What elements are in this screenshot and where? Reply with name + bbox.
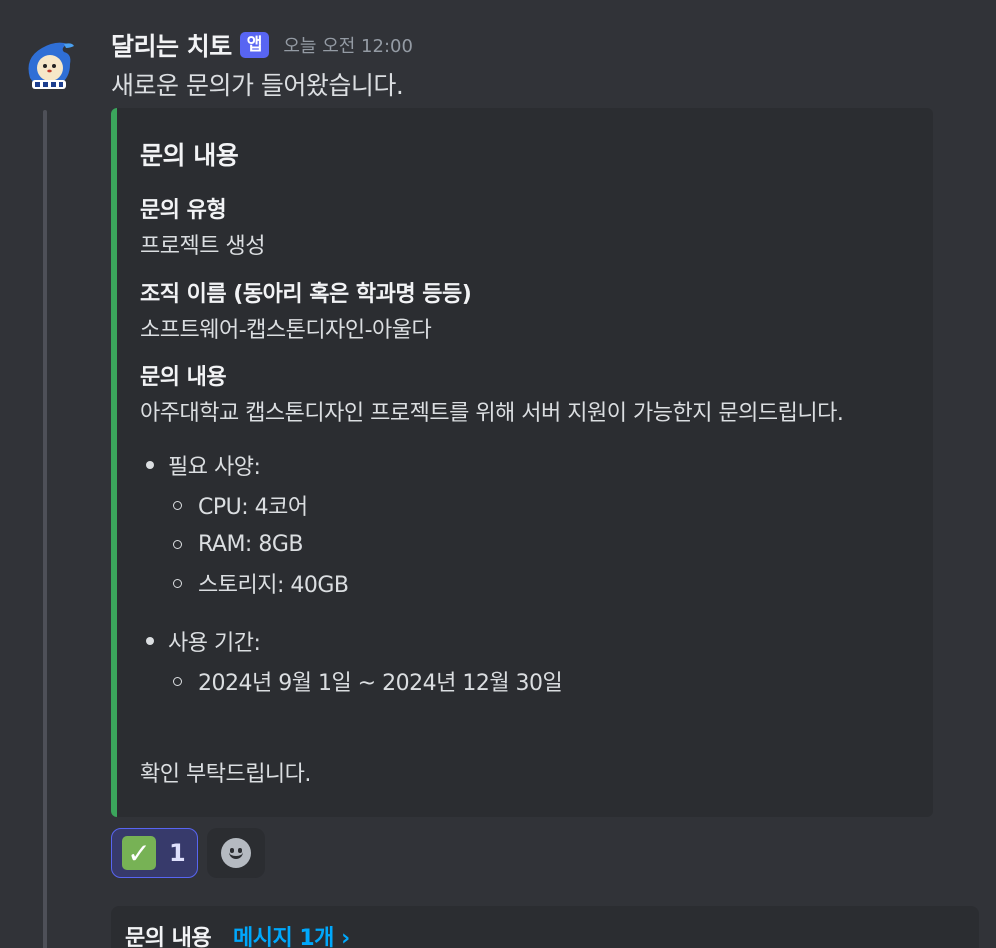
list-item: RAM: 8GB [140,529,303,559]
embed-accent-bar [111,108,117,817]
app-badge: 앱 [239,32,270,58]
bullet-label-period: 사용 기간: [168,631,261,656]
author-name[interactable]: 달리는 치토 [111,27,232,63]
sub-bullet-storage: 스토리지: 40GB [198,573,349,598]
reactions-bar: ✓ 1 [111,828,265,878]
avatar-mascot-icon [28,42,74,89]
field-value-inquiry-type: 프로젝트 생성 [140,234,265,259]
list-item: 필요 사양: [140,450,261,480]
bullet-circle-icon [173,578,182,588]
bullet-dot-icon [146,637,154,645]
thread-message-count-link[interactable]: 메시지 1개 › [233,920,350,948]
field-value-inquiry-content: 아주대학교 캡스톤디자인 프로젝트를 위해 서버 지원이 가능한지 문의드립니다… [140,401,844,426]
bullet-circle-icon [173,676,182,686]
list-item: 사용 기간: [140,626,261,656]
message-timestamp[interactable]: 오늘 오전 12:00 [283,32,413,58]
thread-name[interactable]: 문의 내용 [125,920,212,948]
field-name-organization: 조직 이름 (동아리 혹은 학과명 등등) [140,282,472,307]
avatar[interactable] [20,38,76,94]
discord-message-view: 달리는 치토 앱 오늘 오전 12:00 새로운 문의가 들어왔습니다. 문의 … [0,0,996,948]
message-embed: 문의 내용 문의 유형 프로젝트 생성 조직 이름 (동아리 혹은 학과명 등등… [111,108,933,817]
sub-bullet-cpu: CPU: 4코어 [198,495,308,520]
add-reaction-button[interactable] [207,828,265,878]
thread-connector-line [43,110,47,948]
add-reaction-smiley-icon [221,838,251,868]
message-content: 새로운 문의가 들어왔습니다. [111,71,404,100]
list-item: CPU: 4코어 [140,490,308,520]
message-header: 달리는 치토 앱 오늘 오전 12:00 [111,28,413,62]
sub-bullet-ram: RAM: 8GB [198,531,303,557]
bullet-circle-icon [173,500,182,510]
reaction-check-button[interactable]: ✓ 1 [111,828,198,878]
sub-bullet-period: 2024년 9월 1일 ~ 2024년 12월 30일 [198,671,563,696]
embed-closing-text: 확인 부탁드립니다. [140,762,311,787]
field-name-inquiry-type: 문의 유형 [140,198,227,223]
list-item: 2024년 9월 1일 ~ 2024년 12월 30일 [140,666,563,696]
bullet-label-specs: 필요 사양: [168,455,261,480]
bullet-circle-icon [173,539,182,549]
list-item: 스토리지: 40GB [140,568,349,598]
embed-title: 문의 내용 [140,141,239,170]
reaction-count: 1 [169,839,186,867]
white-check-mark-icon: ✓ [122,836,156,870]
thread-preview[interactable]: 문의 내용 메시지 1개 › [111,906,979,948]
bullet-dot-icon [146,461,154,469]
field-name-inquiry-content: 문의 내용 [140,365,227,390]
field-value-organization: 소프트웨어-캡스톤디자인-아울다 [140,318,432,343]
